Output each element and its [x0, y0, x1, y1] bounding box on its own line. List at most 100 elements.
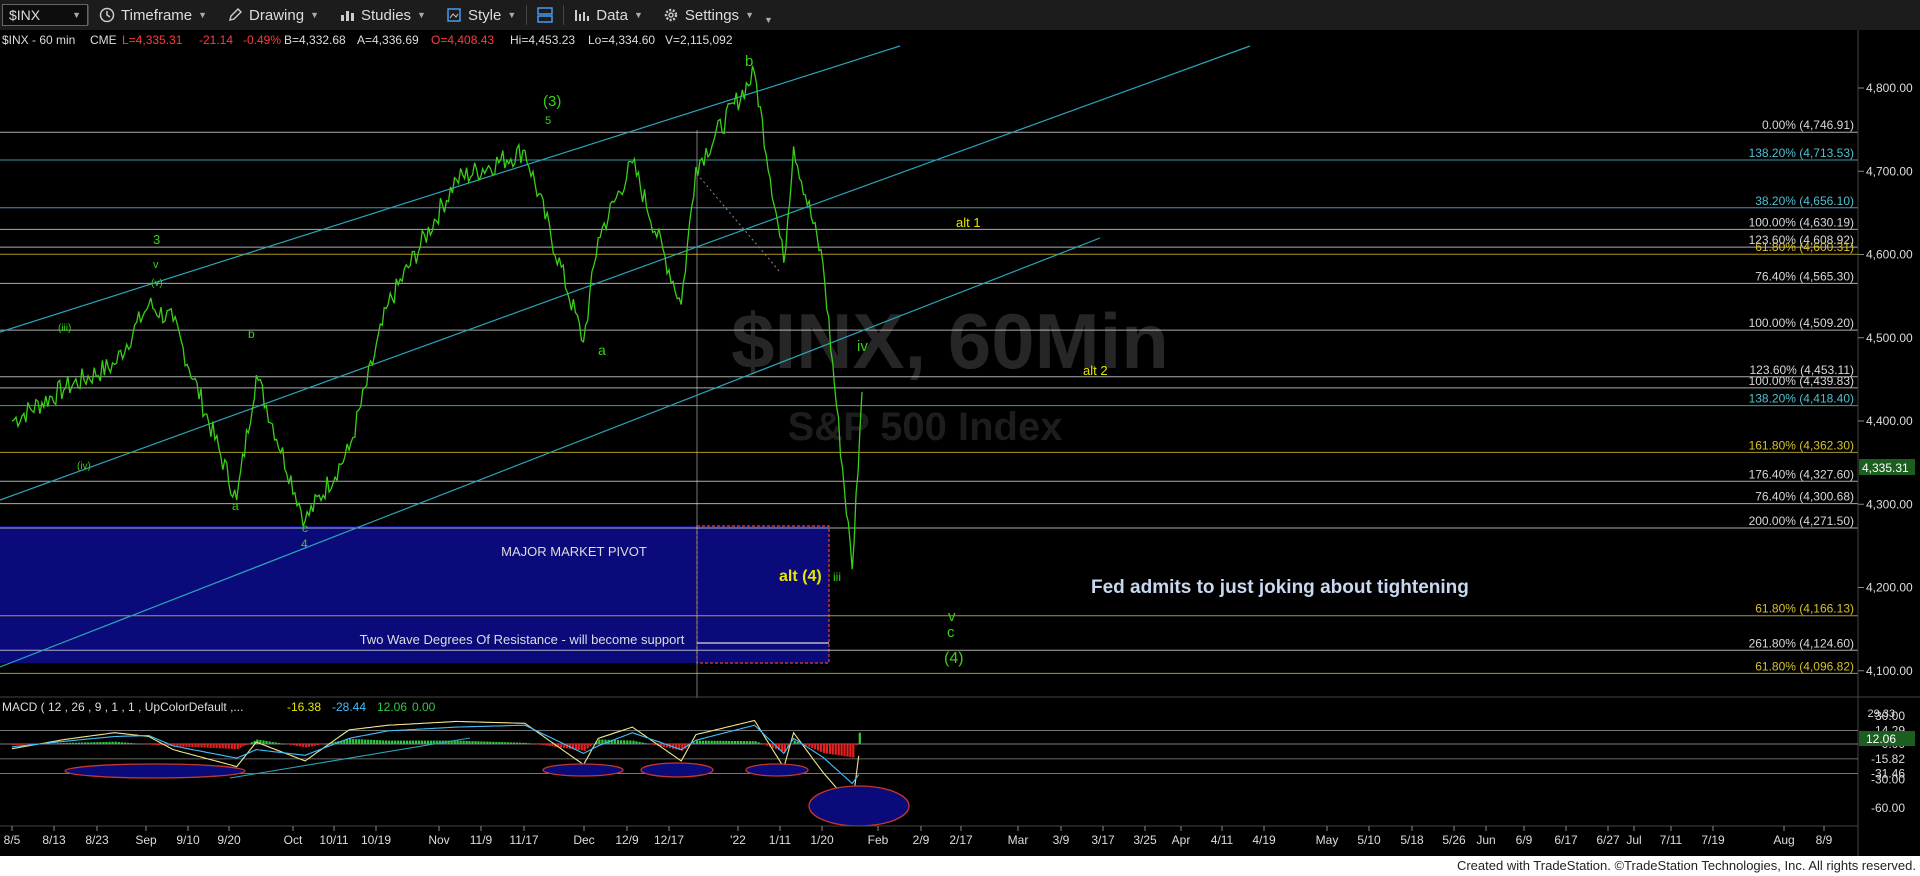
macd-hist-bar	[766, 744, 769, 746]
macd-tick-label: -30.00	[1871, 772, 1905, 786]
date-tick-label: Aug	[1773, 833, 1794, 847]
date-tick-label: 9/20	[217, 833, 241, 847]
wave-label: a	[232, 499, 239, 513]
macd-hist-bar	[105, 742, 108, 744]
wave-label: iii	[833, 570, 841, 584]
price-chart[interactable]: $INX, 60Min S&P 500 Index 0.00% (4,746.9…	[0, 30, 1920, 856]
style-button[interactable]: Style ▼	[436, 0, 526, 30]
macd-hist-bar	[828, 744, 831, 754]
macd-hist-bar	[423, 740, 426, 744]
macd-hist-bar	[313, 744, 317, 746]
data-label: Data	[596, 6, 628, 24]
macd-hist-bar	[456, 740, 459, 744]
date-tick-label: Jul	[1626, 833, 1641, 847]
fib-label: 76.40% (4,300.68)	[1755, 490, 1854, 504]
macd-hist-bar	[426, 740, 429, 744]
date-tick-label: 8/13	[42, 833, 66, 847]
symbol-input[interactable]: $INX ▼	[2, 4, 88, 26]
footer: Created with TradeStation. ©TradeStation…	[0, 856, 1920, 876]
macd-hist-bar	[308, 744, 311, 747]
wave-label: (iv)	[77, 461, 91, 472]
date-tick-label: 12/17	[654, 833, 684, 847]
macd-hist-bar	[635, 741, 638, 744]
macd-hist-bar	[21, 744, 24, 745]
macd-hist-bar	[796, 741, 799, 744]
settings-button[interactable]: Settings ▼	[653, 0, 764, 30]
chevron-down-icon: ▼	[72, 10, 81, 20]
fib-label: 261.80% (4,124.60)	[1749, 636, 1854, 650]
macd-hist-bar	[250, 742, 253, 744]
macd-hist-bar	[355, 739, 358, 744]
macd-hist-bar	[136, 743, 139, 744]
macd-hist-bar	[397, 740, 400, 744]
macd-hist-bar	[12, 744, 15, 746]
date-tick-label: Mar	[1008, 833, 1029, 847]
macd-hist-bar	[522, 742, 525, 744]
macd-hist-bar	[346, 739, 349, 744]
macd-hist-bar	[71, 742, 74, 744]
macd-hist-bar	[245, 744, 248, 745]
macd-hist-bar	[722, 740, 725, 744]
macd-hist-bar	[492, 741, 495, 744]
date-tick-label: 5/26	[1442, 833, 1466, 847]
macd-hist-bar	[319, 744, 322, 745]
macd-hist-bar	[414, 740, 418, 744]
fib-label: 138.20% (4,418.40)	[1749, 392, 1854, 406]
fib-label: 61.80% (4,600.31)	[1755, 240, 1854, 254]
date-tick-label: 6/27	[1596, 833, 1620, 847]
macd-hist-bar	[513, 742, 516, 744]
date-tick-label: 4/11	[1211, 833, 1234, 847]
macd-hist-bar	[489, 741, 492, 744]
wave-label: c	[302, 521, 308, 535]
macd-ellipse	[640, 762, 714, 778]
macd-hist-bar	[111, 741, 114, 744]
drawing-button[interactable]: Drawing ▼	[217, 0, 329, 30]
macd-hist-bar	[212, 744, 215, 748]
date-tick-label: Oct	[284, 833, 303, 847]
wave-label: c	[947, 624, 955, 641]
wave-label: (3)	[543, 93, 561, 110]
macd-hist-bar	[539, 744, 542, 745]
macd-hist-bar	[84, 742, 87, 744]
toolbar: $INX ▼ Timeframe ▼ Drawing ▼ Studies ▼ S…	[0, 0, 1920, 31]
current-price-tag: 4,335.31	[1859, 459, 1915, 475]
layout-button[interactable]	[527, 0, 563, 30]
macd-hist-bar	[495, 741, 498, 744]
macd-hist-bar	[194, 744, 197, 748]
macd-hist-bar	[182, 744, 185, 747]
macd-hist-bar	[707, 740, 710, 744]
wave-label: (v)	[151, 278, 163, 289]
macd-hist-bar	[154, 744, 158, 745]
macd-current-value: 12.06	[1866, 732, 1896, 746]
price-tick-label: 4,800.00	[1866, 81, 1913, 95]
fib-label: 176.40% (4,327.60)	[1749, 467, 1854, 481]
macd-hist-bar	[385, 740, 388, 744]
toolbar-more-icon[interactable]: ▼	[764, 15, 773, 25]
timeframe-button[interactable]: Timeframe ▼	[89, 0, 217, 30]
macd-current-tag: 12.06	[1859, 731, 1915, 746]
macd-hist-bar	[120, 742, 123, 744]
macd-hist-bar	[623, 740, 626, 744]
macd-hist-bar	[498, 742, 501, 744]
macd-hist-bar	[93, 742, 96, 744]
macd-hist-bar	[629, 740, 632, 744]
gear-icon	[664, 8, 678, 22]
macd-hist-bar	[230, 744, 233, 749]
macd-hist-bar	[127, 742, 130, 744]
pivot-title: MAJOR MARKET PIVOT	[501, 544, 647, 559]
macd-hist-bar	[406, 740, 409, 744]
data-button[interactable]: Data ▼	[564, 0, 653, 30]
macd-hist-bar	[417, 740, 421, 744]
macd-hist-bar	[277, 742, 280, 744]
macd-hist-bar	[843, 744, 846, 757]
macd-hist-bar	[305, 744, 308, 748]
fib-label: 138.20% (4,713.53)	[1749, 146, 1854, 160]
macd-hist-bar	[376, 740, 379, 744]
quote-low: Lo=4,334.60	[588, 33, 655, 47]
date-tick-label: '22	[730, 833, 746, 847]
macd-hist-bar	[221, 744, 224, 749]
macd-hist-bar	[316, 744, 319, 746]
macd-hist-bar	[77, 742, 81, 744]
date-tick-label: 7/19	[1701, 833, 1725, 847]
studies-button[interactable]: Studies ▼	[329, 0, 436, 30]
